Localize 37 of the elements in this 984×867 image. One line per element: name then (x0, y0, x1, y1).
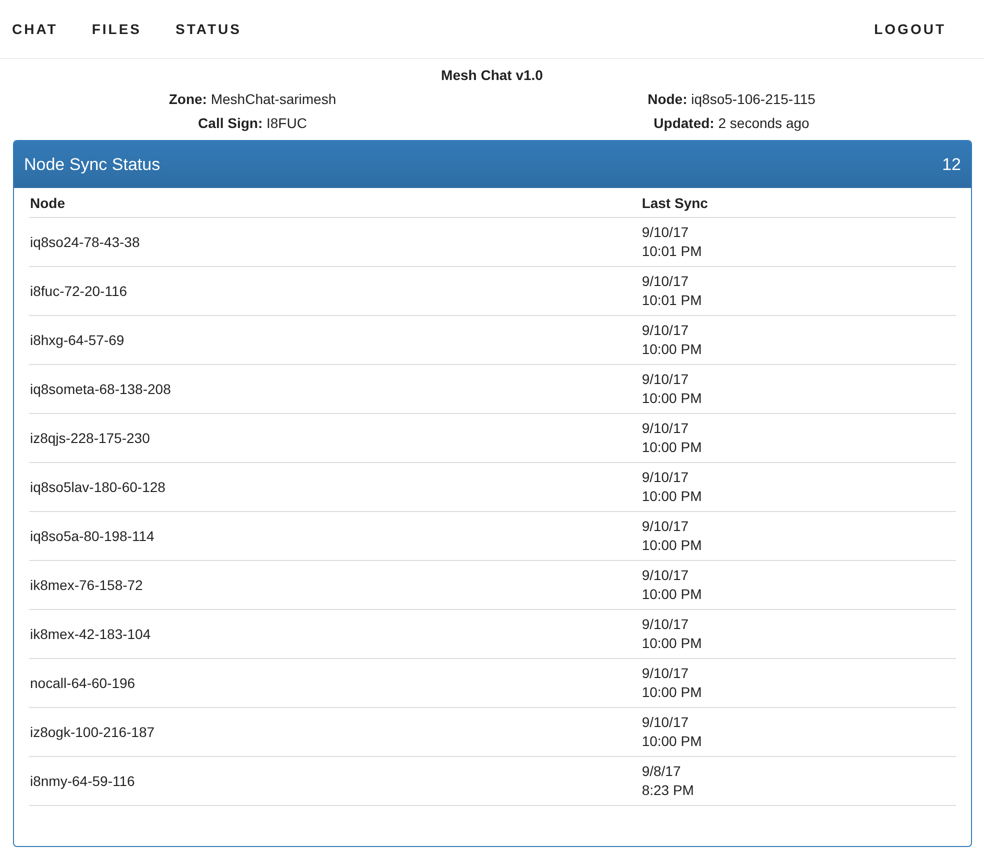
column-header: Last Sync (640, 188, 956, 218)
table-cell: 9/8/17 8:23 PM (640, 756, 956, 806)
table-cell: 9/10/17 10:00 PM (640, 560, 956, 610)
column-header: Node (29, 188, 641, 218)
nav-link[interactable]: FILES (92, 21, 142, 37)
panel-title: Node Sync Status (24, 154, 160, 174)
table-cell: i8hxg-64-57-69 (29, 316, 641, 364)
table-cell: iz8ogk-100-216-187 (29, 708, 641, 756)
table-cell: iq8so5a-80-198-114 (29, 512, 641, 560)
table-cell: 9/10/17 10:00 PM (640, 512, 956, 560)
table-cell: i8fuc-72-20-116 (29, 266, 641, 316)
table-cell: iq8so24-78-43-38 (29, 218, 641, 266)
info-text: Node: iq8so5-106-215-115 (646, 90, 816, 109)
table-cell: 9/10/17 10:00 PM (640, 316, 956, 364)
info-text: Call Sign: I8FUC (197, 114, 308, 133)
table-cell: 9/10/17 10:00 PM (640, 610, 956, 658)
table-cell: 9/10/17 10:00 PM (640, 658, 956, 708)
nav-link[interactable]: STATUS (176, 21, 242, 37)
node-count: 12 (942, 154, 961, 174)
table-cell: iz8qjs-228-175-230 (29, 414, 641, 462)
table-cell: nocall-64-60-196 (29, 658, 641, 708)
table-cell: 9/10/17 10:01 PM (640, 218, 956, 266)
info-text: Zone: MeshChat-sarimesh (168, 90, 338, 109)
table-cell: i8nmy-64-59-116 (29, 756, 641, 806)
table-cell: ik8mex-42-183-104 (29, 610, 641, 658)
table-cell: 9/10/17 10:00 PM (640, 414, 956, 462)
table-cell: iq8someta-68-138-208 (29, 364, 641, 414)
table-cell: 9/10/17 10:00 PM (640, 708, 956, 756)
table-cell: iq8so5lav-180-60-128 (29, 462, 641, 512)
info-text: Updated: 2 seconds ago (652, 114, 810, 133)
table-cell: 9/10/17 10:00 PM (640, 364, 956, 414)
table-cell: ik8mex-76-158-72 (29, 560, 641, 610)
logout-link[interactable]: LOGOUT (874, 21, 946, 37)
app-title: Mesh Chat v1.0 (440, 66, 544, 85)
table-cell: 9/10/17 10:01 PM (640, 266, 956, 316)
table-cell: 9/10/17 10:00 PM (640, 462, 956, 512)
nav-link[interactable]: CHAT (12, 21, 58, 37)
